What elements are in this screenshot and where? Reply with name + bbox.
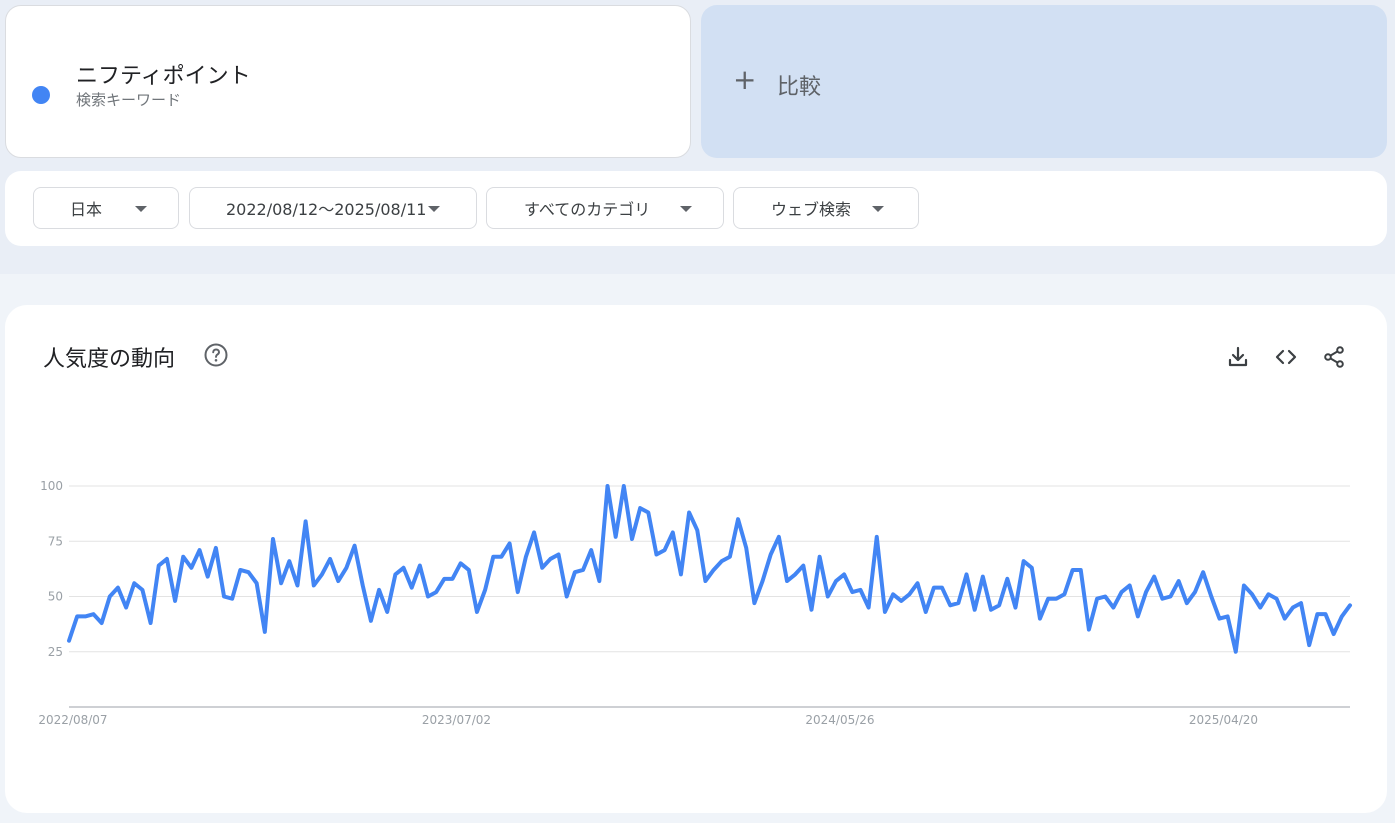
download-icon[interactable] <box>1226 345 1250 369</box>
y-tick-label-25: 25 <box>48 645 63 659</box>
search-type-filter-dropdown[interactable]: ウェブ検索 <box>733 187 919 229</box>
search-term-card[interactable]: ニフティポイント 検索キーワード <box>5 5 691 158</box>
series-line[interactable] <box>67 484 1352 654</box>
y-tick-label-75: 75 <box>48 534 63 548</box>
y-tick-label-50: 50 <box>48 590 63 604</box>
chevron-down-icon <box>428 206 440 212</box>
search-term-type: 検索キーワード <box>76 91 182 109</box>
interest-over-time-card: 25 50 75 100 2022/08/07 2023/07/02 2024/05/26… <box>5 305 1387 813</box>
x-tick-label: 2024/05/26 <box>805 713 874 727</box>
series-color-dot <box>32 86 50 104</box>
plus-icon: + <box>733 63 757 96</box>
compare-label: 比較 <box>777 75 822 100</box>
help-icon[interactable] <box>204 343 228 367</box>
category-filter-label: すべてのカテゴリ <box>524 200 651 219</box>
x-tick-label: 2025/04/20 <box>1189 713 1258 727</box>
search-type-filter-label: ウェブ検索 <box>771 200 852 219</box>
chevron-down-icon <box>872 206 884 212</box>
filter-bar: 日本 2022/08/12〜2025/08/11 すべてのカテゴリ ウェブ検索 <box>5 171 1387 246</box>
region-filter-dropdown[interactable]: 日本 <box>33 187 179 229</box>
x-tick-label: 2023/07/02 <box>422 713 491 727</box>
date-range-filter-dropdown[interactable]: 2022/08/12〜2025/08/11 <box>189 187 477 229</box>
interest-over-time-chart: 25 50 75 100 2022/08/07 2023/07/02 2024/05/26… <box>38 479 1352 727</box>
chart-title: 人気度の動向 <box>43 347 176 372</box>
search-term-title: ニフティポイント <box>76 64 251 89</box>
category-filter-dropdown[interactable]: すべてのカテゴリ <box>486 187 724 229</box>
region-filter-label: 日本 <box>70 200 103 219</box>
chevron-down-icon <box>680 206 692 212</box>
x-tick-label: 2022/08/07 <box>38 713 107 727</box>
date-range-filter-label: 2022/08/12〜2025/08/11 <box>226 200 427 219</box>
y-tick-label-100: 100 <box>40 479 63 493</box>
add-comparison-button[interactable]: + 比較 <box>701 5 1387 158</box>
embed-code-icon[interactable] <box>1274 345 1298 369</box>
share-icon[interactable] <box>1322 345 1346 369</box>
chevron-down-icon <box>135 206 147 212</box>
